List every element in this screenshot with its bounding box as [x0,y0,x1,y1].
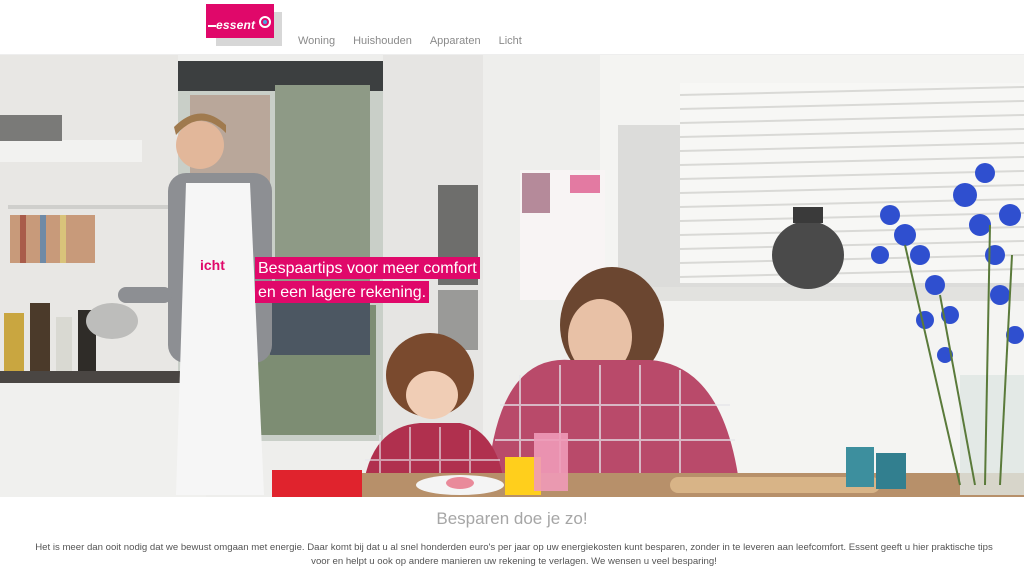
nav-item-woning[interactable]: Woning [298,35,335,47]
tagline-line-1: Bespaartips voor meer comfort [255,257,480,279]
logo-circle-icon [259,16,271,28]
logo-dash [208,25,216,27]
logo-box: essent [206,4,274,38]
intro-paragraph: Het is meer dan ooit nodig dat we bewust… [35,542,993,567]
intro-section: Besparen doe je zo! Het is meer dan ooit… [0,497,1024,575]
kitchen-scene-illustration: icht [0,55,1024,497]
nav-item-apparaten[interactable]: Apparaten [430,35,481,47]
logo-text: essent [216,18,256,32]
tagline-line-2: en een lagere rekening. [255,281,430,303]
main-nav: Woning Huishouden Apparaten Licht [298,35,540,47]
section-heading: Besparen doe je zo! [436,509,588,528]
hero-image: icht Bespaartips voor meer comfort en ee… [0,55,1024,497]
apron-text: icht [200,257,225,273]
essent-logo[interactable]: essent [206,4,284,46]
nav-item-licht[interactable]: Licht [499,35,522,47]
nav-item-huishouden[interactable]: Huishouden [353,35,412,47]
site-header: essent Woning Huishouden Apparaten Licht [0,0,1024,55]
hero-tagline: Bespaartips voor meer comfort en een lag… [255,257,480,305]
